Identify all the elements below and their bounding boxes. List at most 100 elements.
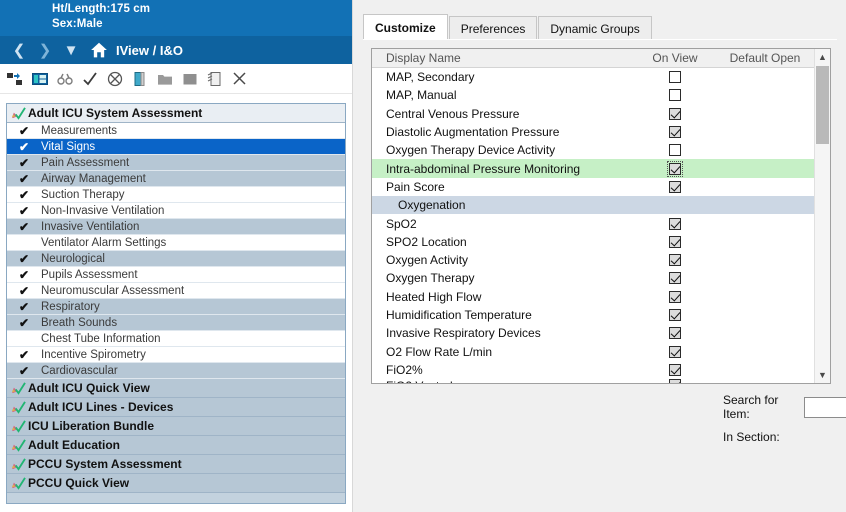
tab-dynamic-groups[interactable]: Dynamic Groups — [538, 16, 652, 40]
table-row[interactable]: Intra-abdominal Pressure Monitoring — [372, 159, 830, 178]
on-view-checkbox[interactable] — [669, 309, 681, 321]
sidebar-group-header[interactable]: Adult ICU Quick View — [7, 379, 345, 398]
table-row[interactable]: Humidification Temperature — [372, 306, 830, 324]
back-icon[interactable]: ❮ — [6, 38, 32, 62]
view-layout-icon[interactable] — [32, 71, 48, 87]
sidebar-group-header[interactable]: ICU Liberation Bundle — [7, 417, 345, 436]
scroll-down-icon[interactable]: ▼ — [815, 367, 830, 383]
table-row[interactable]: Invasive Respiratory Devices — [372, 324, 830, 342]
row-display-name: SPO2 Location — [386, 234, 467, 249]
table-row[interactable]: MAP, Manual — [372, 86, 830, 104]
sidebar-item[interactable]: ✔ Pupils Assessment — [7, 267, 345, 283]
table-row[interactable]: SPO2 Location — [372, 233, 830, 251]
patient-sex: Sex:Male — [52, 18, 103, 30]
on-view-checkbox[interactable] — [669, 345, 681, 358]
table-row[interactable]: Oxygen Therapy — [372, 269, 830, 287]
grid-section-row[interactable]: Oxygenation — [372, 196, 830, 215]
no-entry-icon[interactable] — [107, 71, 123, 87]
on-view-checkbox[interactable] — [669, 254, 681, 267]
sidebar-item[interactable]: ✔ Incentive Spirometry — [7, 347, 345, 363]
table-row[interactable]: Heated High Flow — [372, 288, 830, 306]
table-row[interactable]: MAP, Secondary — [372, 68, 830, 86]
clipboard-icon[interactable] — [132, 71, 148, 87]
column-display-name[interactable]: Display Name — [372, 51, 633, 65]
sidebar-group-header[interactable]: Adult ICU Lines - Devices — [7, 398, 345, 417]
sidebar-group-header[interactable]: PCCU System Assessment — [7, 455, 345, 474]
row-display-name: Oxygen Therapy Device Activity — [386, 143, 556, 158]
table-row[interactable]: FiO2 Vented — [372, 379, 830, 383]
table-row[interactable]: SpO2 — [372, 214, 830, 232]
table-row[interactable]: Pain Score — [372, 178, 830, 196]
on-view-checkbox[interactable] — [669, 272, 681, 285]
on-view-checkbox[interactable] — [669, 71, 681, 84]
table-row[interactable]: Oxygen Activity — [372, 251, 830, 269]
table-row[interactable]: Central Venous Pressure — [372, 105, 830, 123]
sidebar-item[interactable]: ✔ Breath Sounds — [7, 315, 345, 331]
on-view-cell — [633, 254, 717, 267]
search-row: Search for Item: ▼ — [723, 393, 846, 421]
sections-list[interactable]: Adult ICU System Assessment ✔ Measurement… — [6, 103, 346, 504]
square-icon[interactable] — [182, 71, 198, 87]
sidebar-item[interactable]: ✔ Measurements — [7, 123, 345, 139]
sidebar-item[interactable]: Ventilator Alarm Settings — [7, 235, 345, 251]
scrollbar-thumb[interactable] — [816, 66, 829, 144]
sidebar-group-header[interactable]: PCCU Quick View — [7, 474, 345, 493]
on-view-checkbox[interactable] — [669, 180, 681, 193]
search-input[interactable] — [805, 396, 846, 418]
sidebar-item[interactable]: ✔ Cardiovascular — [7, 363, 345, 379]
on-view-cell — [633, 160, 717, 177]
sidebar-item[interactable]: ✔ Vital Signs — [7, 139, 345, 155]
sidebar-item[interactable]: Chest Tube Information — [7, 331, 345, 347]
sidebar-item[interactable]: ✔ Airway Management — [7, 171, 345, 187]
on-view-checkbox[interactable] — [669, 290, 681, 303]
sidebar-item[interactable]: ✔ Neurological — [7, 251, 345, 267]
on-view-cell — [633, 327, 717, 340]
on-view-checkbox[interactable] — [669, 217, 681, 230]
search-combobox[interactable]: ▼ — [804, 396, 846, 418]
row-display-name: Invasive Respiratory Devices — [386, 326, 541, 341]
checkmark-icon: ✔ — [18, 363, 30, 378]
folder-icon[interactable] — [157, 71, 173, 87]
sidebar-group-header[interactable]: Adult Education — [7, 436, 345, 455]
tab-preferences[interactable]: Preferences — [448, 16, 538, 40]
sidebar-item[interactable]: ✔ Suction Therapy — [7, 187, 345, 203]
table-row[interactable]: Oxygen Therapy Device Activity — [372, 141, 830, 159]
on-view-checkbox[interactable] — [669, 144, 681, 157]
on-view-checkbox[interactable] — [669, 126, 681, 139]
on-view-cell — [633, 180, 717, 193]
tab-customize[interactable]: Customize — [363, 14, 448, 40]
home-icon[interactable] — [90, 41, 108, 59]
on-view-checkbox[interactable] — [669, 327, 681, 340]
on-view-checkbox[interactable] — [669, 89, 681, 102]
sidebar-group-header[interactable]: Adult ICU System Assessment — [7, 104, 345, 123]
sidebar-item[interactable]: ✔ Pain Assessment — [7, 155, 345, 171]
document-icon[interactable] — [207, 71, 223, 87]
display-name-grid[interactable]: Display Name On View Default Open ▲ MAP,… — [371, 48, 831, 384]
on-view-checkbox[interactable] — [667, 160, 683, 177]
on-view-checkbox[interactable] — [669, 107, 681, 120]
column-default-open[interactable]: Default Open — [717, 51, 813, 65]
sidebar-item[interactable]: ✔ Non-Invasive Ventilation — [7, 203, 345, 219]
sidebar-item[interactable]: ✔ Neuromuscular Assessment — [7, 283, 345, 299]
table-row[interactable]: Diastolic Augmentation Pressure — [372, 123, 830, 141]
on-view-checkbox[interactable] — [669, 379, 681, 383]
sidebar-item[interactable]: ✔ Respiratory — [7, 299, 345, 315]
on-view-checkbox[interactable] — [669, 363, 681, 376]
scroll-up-icon[interactable]: ▲ — [815, 49, 830, 65]
sidebar-item[interactable]: ✔ Invasive Ventilation — [7, 219, 345, 235]
checkmark-icon[interactable] — [82, 71, 98, 87]
on-view-checkbox[interactable] — [669, 235, 681, 248]
sidebar-items-container: ✔ Measurements ✔ Vital Signs ✔ Pain Assessmen… — [7, 123, 345, 379]
on-view-cell — [633, 379, 717, 383]
nav-title: IView / I&O — [116, 42, 183, 58]
toolbar — [0, 64, 352, 94]
scissors-icon[interactable] — [232, 71, 248, 87]
binoculars-icon[interactable] — [57, 71, 73, 87]
forward-icon[interactable]: ❯ — [32, 38, 58, 62]
column-on-view[interactable]: On View — [633, 51, 717, 65]
grid-scrollbar[interactable]: ▲ ▼ — [814, 49, 830, 383]
table-row[interactable]: FiO2% — [372, 361, 830, 379]
add-result-icon[interactable] — [7, 71, 23, 87]
chevron-down-icon[interactable]: ▼ — [58, 38, 84, 62]
table-row[interactable]: O2 Flow Rate L/min — [372, 342, 830, 360]
